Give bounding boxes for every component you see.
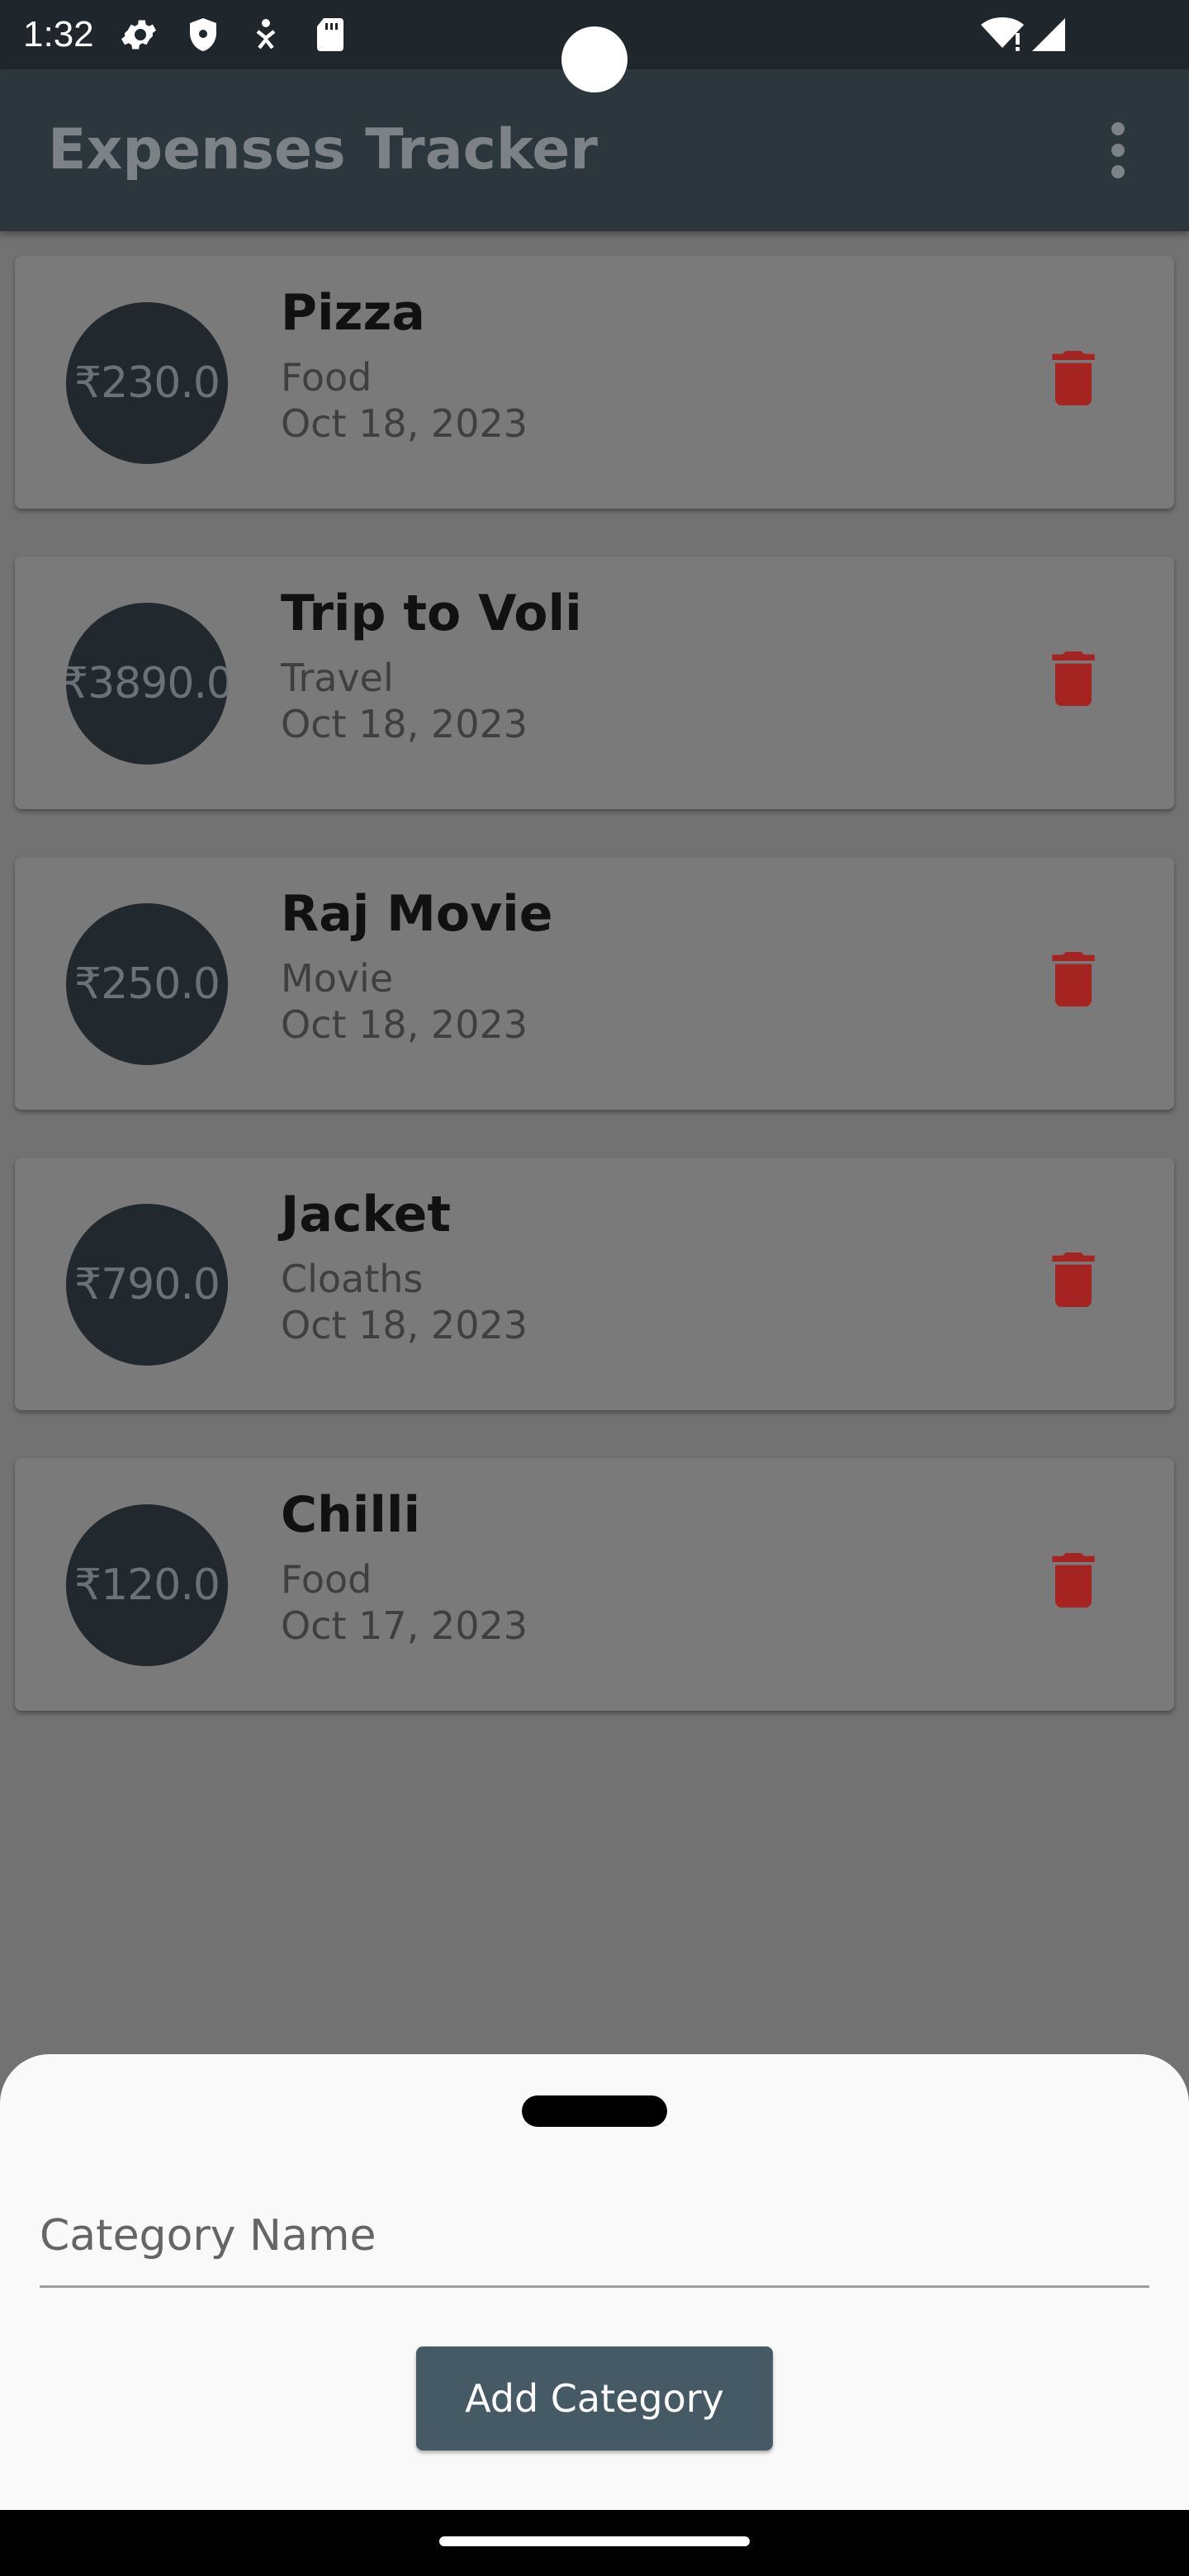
amount-avatar: ₹120.0	[66, 1504, 228, 1666]
amount-avatar: ₹3890.0	[66, 603, 228, 765]
expense-title: Raj Movie	[281, 885, 553, 943]
expense-date: Oct 17, 2023	[281, 1603, 528, 1648]
delete-icon[interactable]	[1037, 1243, 1110, 1316]
home-indicator[interactable]	[439, 2536, 750, 2546]
delete-icon[interactable]	[1037, 642, 1110, 715]
expense-title: Trip to Voli	[281, 585, 582, 642]
add-category-bottom-sheet: Add Category	[0, 2054, 1189, 2510]
expense-date: Oct 18, 2023	[281, 401, 528, 446]
wifi-alert-icon	[981, 15, 1024, 54]
amount-avatar: ₹250.0	[66, 903, 228, 1065]
delete-icon[interactable]	[1037, 342, 1110, 414]
expense-card[interactable]: ₹3890.0 Trip to Voli Travel Oct 18, 2023	[15, 556, 1174, 809]
expense-date: Oct 18, 2023	[281, 1303, 528, 1347]
camera-cutout	[561, 26, 628, 92]
delete-icon[interactable]	[1037, 1544, 1110, 1617]
sd-card-icon	[310, 15, 350, 54]
expense-category: Cloaths	[281, 1257, 424, 1301]
status-time: 1:32	[23, 14, 94, 54]
expense-title: Chilli	[281, 1486, 421, 1544]
expense-category: Food	[281, 1557, 372, 1602]
expense-card[interactable]: ₹790.0 Jacket Cloaths Oct 18, 2023	[15, 1158, 1174, 1410]
drag-handle[interactable]	[522, 2095, 667, 2127]
amount-avatar: ₹230.0	[66, 302, 228, 464]
app-title: Expenses Tracker	[48, 117, 598, 182]
expense-category: Travel	[281, 656, 394, 700]
expense-date: Oct 18, 2023	[281, 1002, 528, 1047]
expense-card[interactable]: ₹120.0 Chilli Food Oct 17, 2023	[15, 1458, 1174, 1711]
add-category-button[interactable]: Add Category	[416, 2346, 773, 2451]
accessibility-icon	[246, 15, 286, 54]
category-name-input[interactable]	[40, 2186, 1149, 2288]
expense-card[interactable]: ₹230.0 Pizza Food Oct 18, 2023	[15, 256, 1174, 509]
navigation-bar	[0, 2510, 1189, 2576]
expense-title: Pizza	[281, 284, 425, 342]
expense-date: Oct 18, 2023	[281, 702, 528, 746]
expense-card[interactable]: ₹250.0 Raj Movie Movie Oct 18, 2023	[15, 857, 1174, 1110]
expense-category: Movie	[281, 956, 394, 1001]
expense-category: Food	[281, 355, 372, 400]
settings-gear-icon	[121, 15, 160, 54]
shield-icon	[183, 15, 223, 54]
delete-icon[interactable]	[1037, 943, 1110, 1016]
more-vert-icon[interactable]	[1101, 119, 1135, 182]
amount-avatar: ₹790.0	[66, 1204, 228, 1366]
expense-title: Jacket	[281, 1186, 452, 1243]
cell-signal-icon	[1029, 15, 1068, 54]
app-bar: Expenses Tracker	[0, 69, 1189, 231]
